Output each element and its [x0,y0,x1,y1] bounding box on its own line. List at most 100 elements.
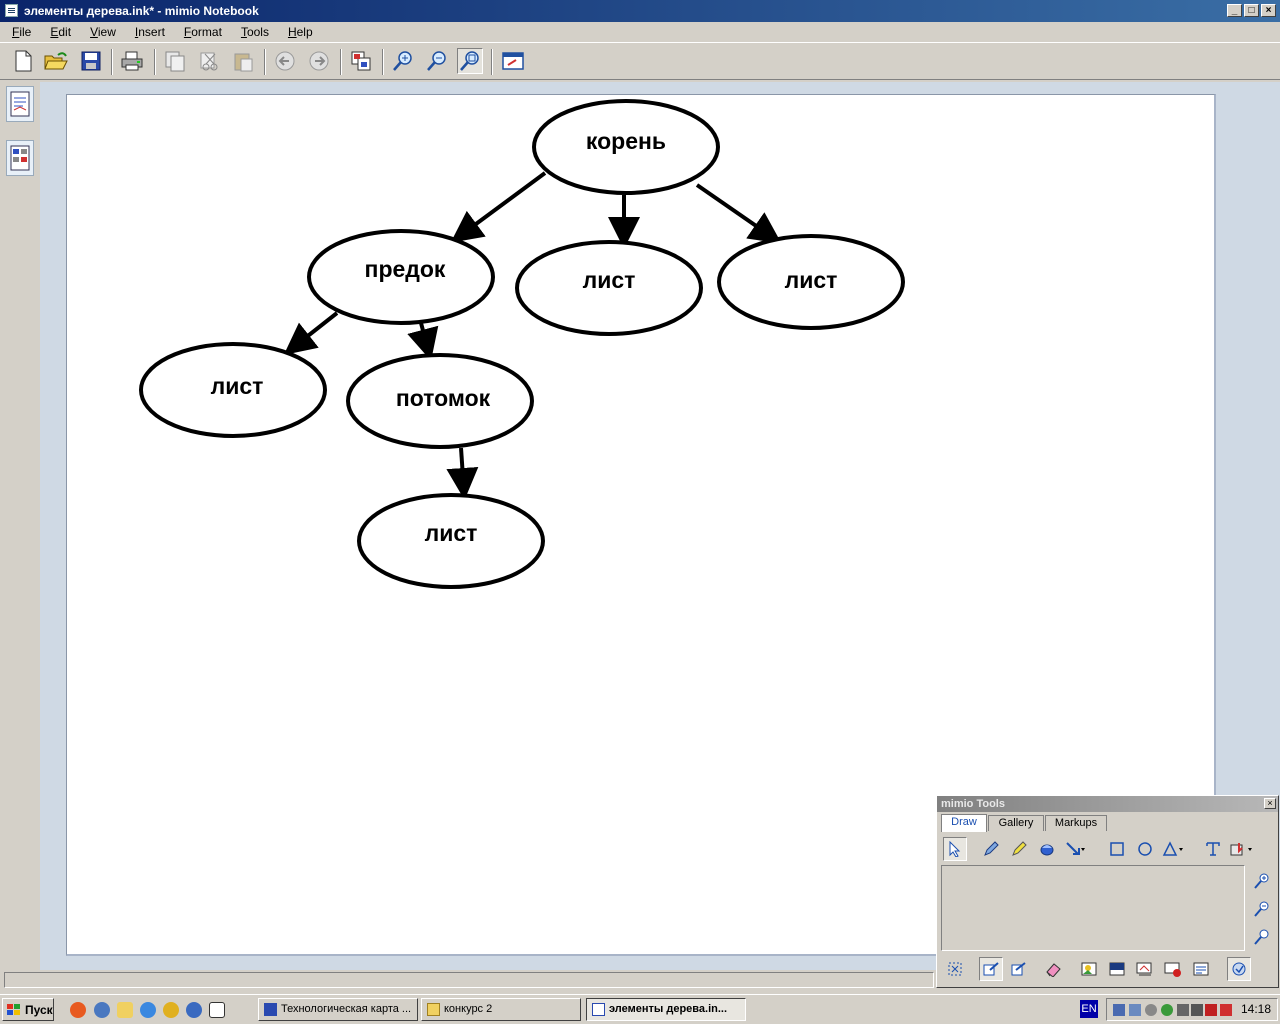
copy-page-button[interactable] [162,48,188,74]
ellipse-tool-button[interactable] [1133,837,1157,861]
antivirus-icon[interactable] [1161,1004,1173,1016]
tools-close-button[interactable]: × [1264,798,1276,809]
menu-help[interactable]: Help [276,22,320,42]
shape-tool-button[interactable] [1161,837,1185,861]
toolbar-separator [340,49,342,75]
group-tool-button[interactable] [979,957,1003,981]
taskbar-item-folder[interactable]: конкурс 2 [421,998,581,1021]
cut-button[interactable] [196,48,222,74]
menu-tools[interactable]: Tools [229,22,276,42]
taskbar-item-mimio[interactable]: элементы дерева.in... [586,998,746,1021]
network-icon[interactable] [1113,1004,1125,1016]
edge-descendant-leaf[interactable] [446,447,479,500]
zoom-out-icon[interactable] [1253,900,1271,918]
edge-root-ancestor[interactable] [450,171,547,243]
minimize-button[interactable]: _ [1227,4,1242,17]
fill-tool-button[interactable] [1035,837,1059,861]
menu-view[interactable]: View [78,22,123,42]
show-desktop-icon[interactable] [209,1002,225,1018]
forward-button[interactable] [306,48,332,74]
close-button[interactable]: × [1261,4,1276,17]
select-all-button[interactable] [943,957,967,981]
status-field [4,972,934,988]
highlighter-tool-button[interactable] [1007,837,1031,861]
ungroup-tool-button[interactable] [1007,957,1031,981]
zoom-fit-icon[interactable] [1253,928,1271,946]
zoom-out-button[interactable] [424,48,450,74]
tab-markups[interactable]: Markups [1045,815,1107,831]
eraser-tool-button[interactable] [1041,957,1065,981]
menu-insert[interactable]: Insert [123,22,172,42]
taskbar-item-word[interactable]: Технологическая карта ... [258,998,418,1021]
toolbar-dock-button[interactable] [1227,957,1251,981]
record-button[interactable] [1161,957,1185,981]
network-icon[interactable] [1129,1004,1141,1016]
screen-shade-button[interactable] [1105,957,1129,981]
tree-node-root[interactable]: корень [532,99,720,195]
clock-sync-icon[interactable] [1145,1004,1157,1016]
menu-format[interactable]: Format [172,22,229,42]
fullscreen-button[interactable] [500,48,526,74]
open-button[interactable] [43,48,69,74]
new-button[interactable] [10,48,36,74]
properties-button[interactable] [1189,957,1213,981]
properties-icon [1193,962,1209,976]
tree-node-descendant[interactable]: потомок [346,353,534,449]
clock[interactable]: 14:18 [1241,1002,1271,1016]
tools-title[interactable]: mimio Tools [937,796,1278,812]
page-sorter-tab[interactable] [6,86,34,122]
tab-gallery[interactable]: Gallery [988,815,1044,831]
stamp-tool-button[interactable] [1229,837,1253,861]
rectangle-tool-button[interactable] [1105,837,1129,861]
pen-tool-button[interactable] [979,837,1003,861]
zoom-in-button[interactable] [390,48,416,74]
edge-root-leaf[interactable] [695,183,782,244]
search-icon[interactable] [94,1002,110,1018]
zoom-in-icon[interactable] [1253,872,1271,890]
maximize-button[interactable]: □ [1244,4,1259,17]
title-bar: элементы дерева.ink* - mimio Notebook _ … [0,0,1280,22]
usb-icon[interactable] [1177,1004,1189,1016]
tab-draw[interactable]: Draw [941,814,987,832]
text-tool-button[interactable] [1201,837,1225,861]
edge-ancestor-descendant[interactable] [407,322,439,361]
mimio-tools-panel[interactable]: mimio Tools × Draw Gallery Markups [936,795,1279,988]
page-sorter-button[interactable] [348,48,374,74]
windows-logo-icon [7,1003,20,1015]
node-label: лист [785,267,838,293]
gallery-tab[interactable] [6,140,34,176]
save-button[interactable] [78,48,104,74]
folder-icon[interactable] [117,1002,133,1018]
tree-node-leaf[interactable]: лист [139,342,327,438]
forward-icon [309,51,329,71]
volume-icon[interactable] [1191,1004,1203,1016]
text-icon [1206,842,1220,856]
language-indicator[interactable]: EN [1080,1000,1098,1018]
tree-node-ancestor[interactable]: предок [307,229,495,325]
edge-ancestor-leaf[interactable] [283,311,339,355]
tree-node-leaf[interactable]: лист [357,493,545,589]
screen-capture-button[interactable] [1133,957,1157,981]
kaspersky-icon[interactable] [1220,1004,1232,1016]
select-tool-button[interactable] [943,837,967,861]
tree-node-leaf[interactable]: лист [717,234,905,330]
menu-edit[interactable]: Edit [38,22,78,42]
media-player-icon[interactable] [163,1002,179,1018]
tree-node-leaf[interactable]: лист [515,240,703,336]
outlook-icon[interactable] [186,1002,202,1018]
line-tool-button[interactable] [1063,837,1087,861]
insert-image-button[interactable] [1077,957,1101,981]
menu-file[interactable]: File [0,22,38,42]
ellipse-icon [1138,842,1152,856]
print-icon [121,51,143,71]
zoom-fit-button[interactable] [457,48,483,74]
toolbar-separator [491,49,493,75]
back-button[interactable] [272,48,298,74]
start-button[interactable]: Пуск [2,998,54,1021]
paste-button[interactable] [230,48,256,74]
print-button[interactable] [119,48,145,74]
line-arrow-icon [1066,842,1085,855]
internet-explorer-icon[interactable] [140,1002,156,1018]
browser-icon[interactable] [70,1002,86,1018]
language-switcher-icon[interactable] [1205,1004,1217,1016]
